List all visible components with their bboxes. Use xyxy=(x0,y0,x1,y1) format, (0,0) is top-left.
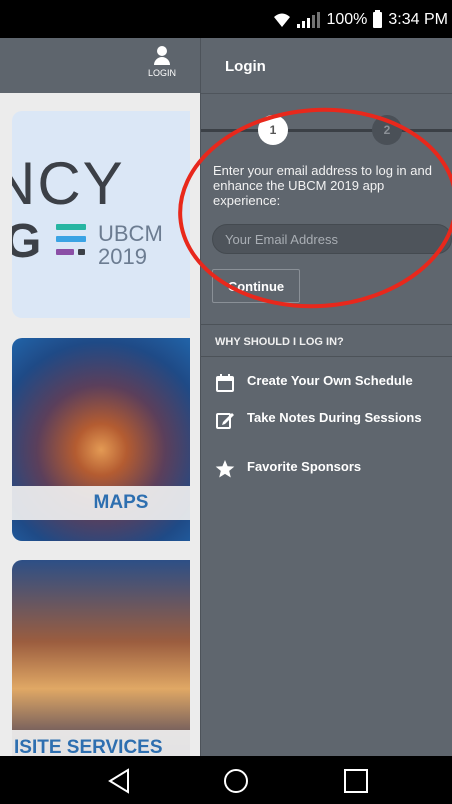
recents-icon[interactable] xyxy=(343,768,369,794)
clock: 3:34 PM xyxy=(388,11,448,28)
brand-stripes xyxy=(56,224,86,266)
user-icon-body xyxy=(154,57,170,65)
login-drawer: Login 1 2 Enter your email address to lo… xyxy=(200,38,452,756)
benefit-text: Take Notes During Sessions xyxy=(247,410,422,425)
email-input[interactable] xyxy=(212,224,452,254)
back-icon[interactable] xyxy=(106,768,132,794)
status-icons: 100% 3:34 PM xyxy=(273,10,448,30)
divider xyxy=(201,356,452,357)
tile-maps[interactable]: MAPS xyxy=(12,338,190,541)
benefit-text: Favorite Sponsors xyxy=(247,459,362,474)
header-login-button[interactable]: LOGIN xyxy=(138,46,186,78)
calendar-icon xyxy=(216,374,234,392)
wifi-icon xyxy=(274,13,291,27)
drawer-title: Login xyxy=(225,58,266,75)
star-icon xyxy=(215,460,235,478)
app-header: LOGIN xyxy=(0,38,200,93)
battery-icon xyxy=(373,10,383,28)
header-login-label: LOGIN xyxy=(147,68,176,78)
continue-button[interactable]: Continue xyxy=(212,269,300,303)
hero-g-text: G xyxy=(12,215,42,268)
battery-percent: 100% xyxy=(326,11,368,28)
step-2: 2 xyxy=(372,115,402,145)
benefit-item: Favorite Sponsors xyxy=(215,459,450,479)
tile-label: ISITE SERVICES xyxy=(12,730,190,756)
navigation-bar xyxy=(0,756,452,804)
brand-text: UBCM 2019 xyxy=(98,222,163,268)
benefit-item: Take Notes During Sessions xyxy=(215,410,450,430)
status-bar: 100% 3:34 PM xyxy=(0,0,452,38)
benefit-text: Create Your Own Schedule xyxy=(247,373,413,388)
brand-line-1: UBCM xyxy=(98,221,163,246)
tile-onsite-services[interactable]: ISITE SERVICES xyxy=(12,560,190,756)
benefit-item: Create Your Own Schedule xyxy=(215,373,450,393)
login-instructions: Enter your email address to log in and e… xyxy=(213,163,432,208)
home-icon[interactable] xyxy=(223,768,249,794)
signal-icon xyxy=(297,12,321,28)
hero-big-text: NCY xyxy=(12,150,125,217)
step-line xyxy=(201,129,452,132)
why-login-heading: WHY SHOULD I LOG IN? xyxy=(215,336,344,348)
brand-line-2: 2019 xyxy=(98,244,147,269)
step-indicator: 1 2 xyxy=(201,115,452,145)
user-icon xyxy=(157,46,167,56)
tile-label: MAPS xyxy=(12,486,190,520)
step-1: 1 xyxy=(258,115,288,145)
divider xyxy=(201,324,452,325)
drawer-header: Login xyxy=(201,38,452,94)
hero-banner: NCY G UBCM 2019 xyxy=(12,111,190,318)
edit-note-icon xyxy=(216,413,234,429)
background-app: LOGIN NCY G UBCM 2019 MAPS ISITE SERVICE… xyxy=(0,38,200,756)
